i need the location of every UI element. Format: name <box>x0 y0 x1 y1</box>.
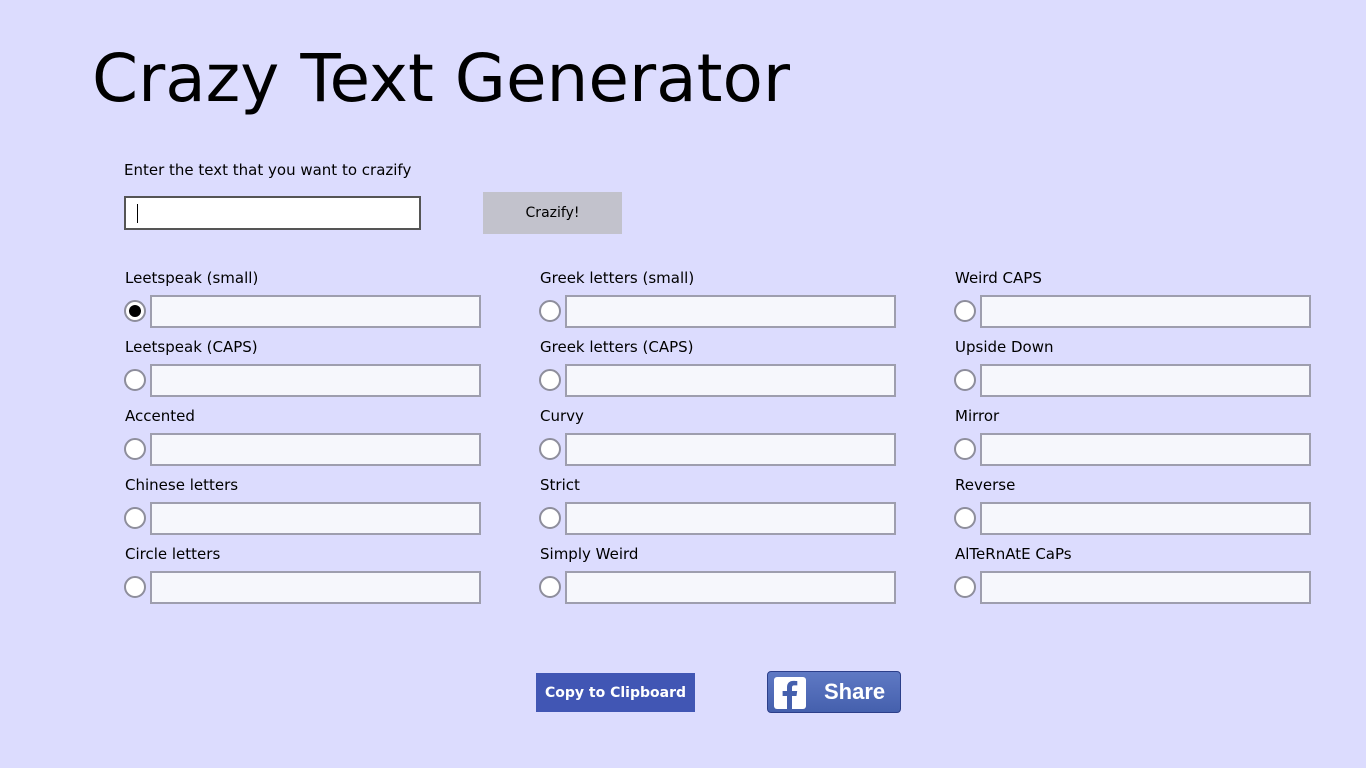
style-option-strict: Strict <box>539 475 899 544</box>
style-option-label: Leetspeak (CAPS) <box>125 338 258 356</box>
style-radio-leetspeak-caps[interactable] <box>124 369 146 391</box>
style-option-label: Curvy <box>540 407 584 425</box>
style-output-upside-down[interactable] <box>980 364 1311 397</box>
style-option-label: AlTeRnAtE CaPs <box>955 545 1072 563</box>
style-output-greek-small[interactable] <box>565 295 896 328</box>
style-option-leetspeak-small: Leetspeak (small) <box>124 268 484 337</box>
style-radio-alternate-caps[interactable] <box>954 576 976 598</box>
style-radio-leetspeak-small[interactable] <box>124 300 146 322</box>
style-option-mirror: Mirror <box>954 406 1314 475</box>
style-radio-accented[interactable] <box>124 438 146 460</box>
style-radio-greek-small[interactable] <box>539 300 561 322</box>
style-option-simply-weird: Simply Weird <box>539 544 899 613</box>
style-option-label: Accented <box>125 407 195 425</box>
style-radio-circle-letters[interactable] <box>124 576 146 598</box>
style-option-label: Reverse <box>955 476 1016 494</box>
style-output-leetspeak-small[interactable] <box>150 295 481 328</box>
style-option-label: Leetspeak (small) <box>125 269 259 287</box>
style-radio-greek-caps[interactable] <box>539 369 561 391</box>
style-output-chinese-letters[interactable] <box>150 502 481 535</box>
style-option-accented: Accented <box>124 406 484 475</box>
text-caret <box>137 204 138 223</box>
style-option-label: Weird CAPS <box>955 269 1042 287</box>
style-option-label: Chinese letters <box>125 476 239 494</box>
style-column-3: Weird CAPS Upside Down Mirror Reverse Al… <box>954 268 1314 613</box>
style-output-weird-caps[interactable] <box>980 295 1311 328</box>
facebook-f-icon <box>774 677 806 709</box>
style-option-chinese-letters: Chinese letters <box>124 475 484 544</box>
style-option-circle-letters: Circle letters <box>124 544 484 613</box>
copy-to-clipboard-button[interactable]: Copy to Clipboard <box>536 673 695 712</box>
style-output-alternate-caps[interactable] <box>980 571 1311 604</box>
style-option-label: Upside Down <box>955 338 1054 356</box>
style-column-1: Leetspeak (small) Leetspeak (CAPS) Accen… <box>124 268 484 613</box>
crazify-button[interactable]: Crazify! <box>483 192 622 234</box>
style-output-mirror[interactable] <box>980 433 1311 466</box>
style-option-weird-caps: Weird CAPS <box>954 268 1314 337</box>
style-radio-weird-caps[interactable] <box>954 300 976 322</box>
style-radio-upside-down[interactable] <box>954 369 976 391</box>
style-option-alternate-caps: AlTeRnAtE CaPs <box>954 544 1314 613</box>
style-option-greek-small: Greek letters (small) <box>539 268 899 337</box>
style-column-2: Greek letters (small) Greek letters (CAP… <box>539 268 899 613</box>
style-output-simply-weird[interactable] <box>565 571 896 604</box>
style-output-strict[interactable] <box>565 502 896 535</box>
page-title: Crazy Text Generator <box>92 40 790 117</box>
style-option-greek-caps: Greek letters (CAPS) <box>539 337 899 406</box>
style-option-label: Strict <box>540 476 580 494</box>
style-option-label: Greek letters (small) <box>540 269 695 287</box>
style-option-label: Simply Weird <box>540 545 639 563</box>
share-label: Share <box>824 679 886 704</box>
style-option-label: Circle letters <box>125 545 221 563</box>
style-option-label: Greek letters (CAPS) <box>540 338 694 356</box>
style-radio-reverse[interactable] <box>954 507 976 529</box>
style-radio-mirror[interactable] <box>954 438 976 460</box>
style-option-curvy: Curvy <box>539 406 899 475</box>
style-option-reverse: Reverse <box>954 475 1314 544</box>
style-output-circle-letters[interactable] <box>150 571 481 604</box>
style-option-leetspeak-caps: Leetspeak (CAPS) <box>124 337 484 406</box>
style-option-label: Mirror <box>955 407 1000 425</box>
facebook-share-button[interactable]: Share <box>767 671 901 713</box>
style-output-curvy[interactable] <box>565 433 896 466</box>
style-output-accented[interactable] <box>150 433 481 466</box>
style-radio-chinese-letters[interactable] <box>124 507 146 529</box>
style-output-reverse[interactable] <box>980 502 1311 535</box>
crazify-text-input[interactable] <box>124 196 421 230</box>
style-output-greek-caps[interactable] <box>565 364 896 397</box>
input-prompt-label: Enter the text that you want to crazify <box>124 161 412 179</box>
style-option-upside-down: Upside Down <box>954 337 1314 406</box>
style-radio-strict[interactable] <box>539 507 561 529</box>
style-radio-curvy[interactable] <box>539 438 561 460</box>
style-output-leetspeak-caps[interactable] <box>150 364 481 397</box>
style-radio-simply-weird[interactable] <box>539 576 561 598</box>
